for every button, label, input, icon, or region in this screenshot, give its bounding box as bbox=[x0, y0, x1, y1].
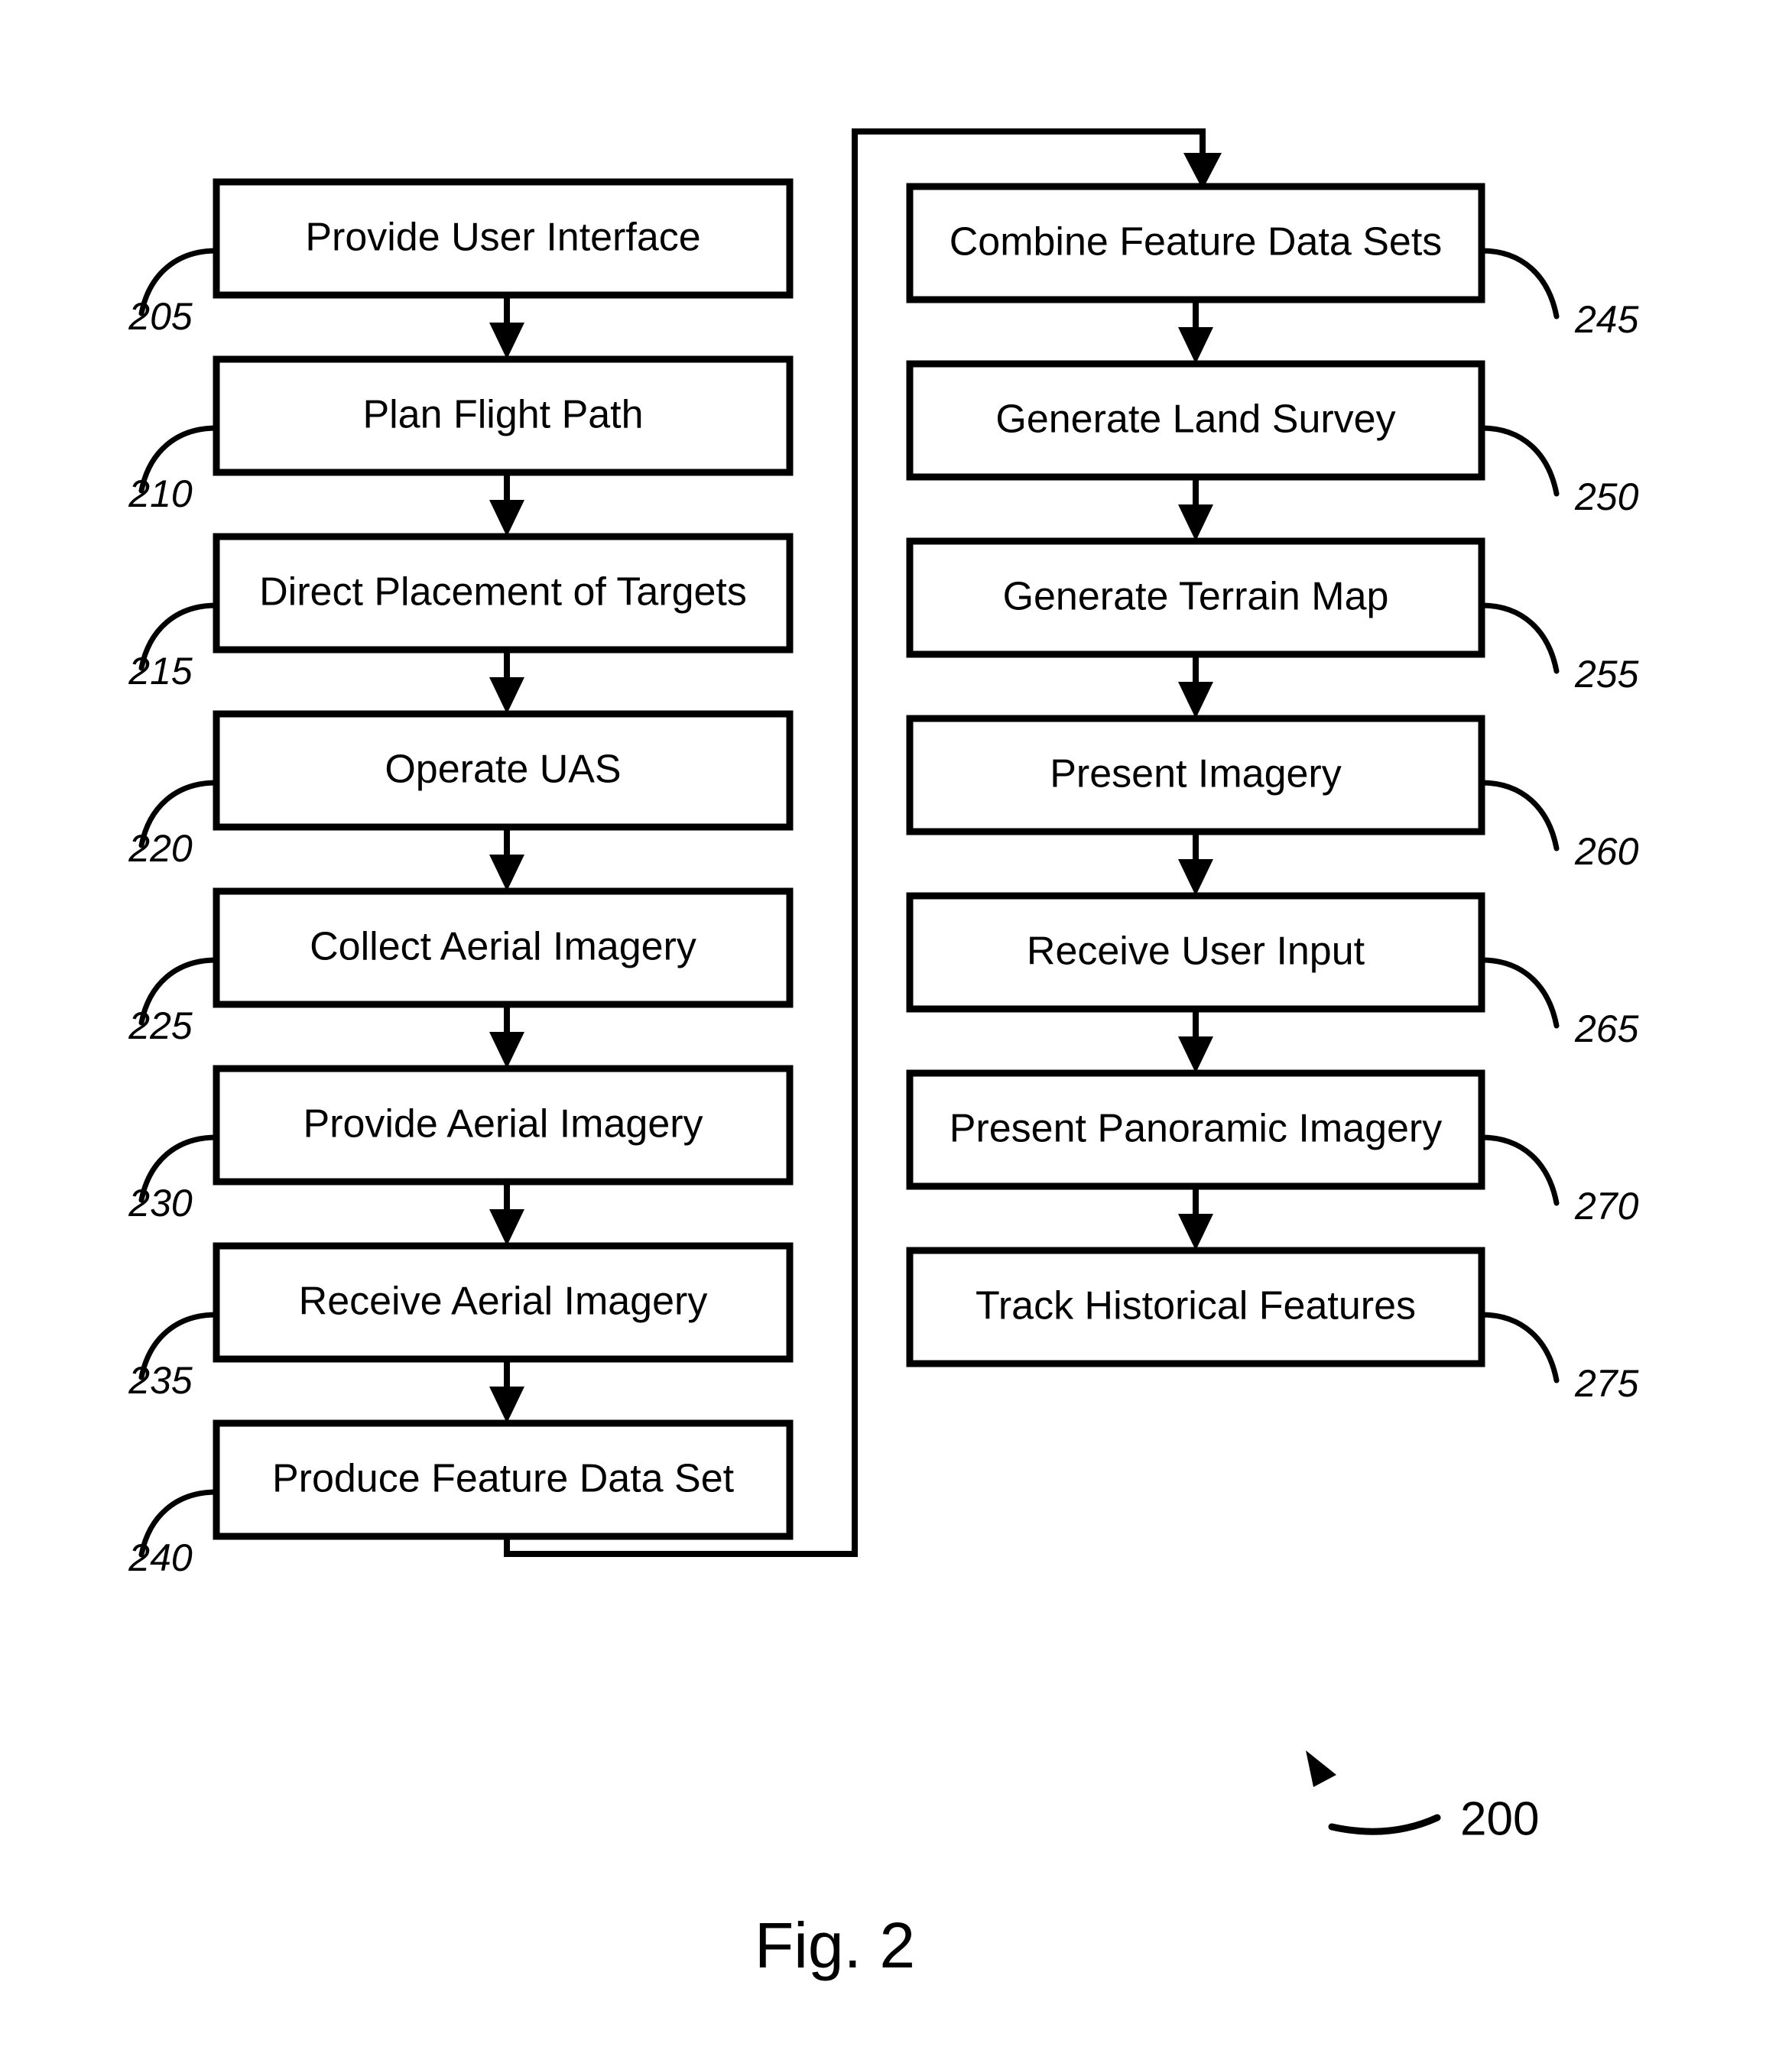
leader-line-245 bbox=[1479, 248, 1560, 320]
leader-line-260 bbox=[1479, 780, 1560, 851]
step-label: Plan Flight Path bbox=[362, 393, 643, 437]
connector-250-255 bbox=[1178, 477, 1213, 541]
step-box-270[interactable]: Present Panoramic Imagery bbox=[906, 1069, 1485, 1190]
step-box-235[interactable]: Receive Aerial Imagery bbox=[213, 1242, 794, 1363]
step-label: Provide User Interface bbox=[305, 216, 700, 260]
figure-caption: Fig. 2 bbox=[755, 1909, 915, 1981]
step-box-230[interactable]: Provide Aerial Imagery bbox=[213, 1065, 794, 1186]
step-label: Generate Terrain Map bbox=[1003, 575, 1389, 619]
connector-220-225 bbox=[489, 827, 524, 891]
step-label: Generate Land Survey bbox=[995, 397, 1395, 442]
step-box-225[interactable]: Collect Aerial Imagery bbox=[213, 887, 794, 1008]
ref-numeral-205: 205 bbox=[128, 295, 193, 338]
ref-numeral-245: 245 bbox=[1574, 298, 1639, 341]
ref-numeral-270: 270 bbox=[1574, 1185, 1639, 1228]
leader-line-270 bbox=[1479, 1134, 1560, 1206]
ref-numeral-240: 240 bbox=[128, 1536, 193, 1579]
step-label: Provide Aerial Imagery bbox=[303, 1102, 703, 1147]
connector-265-270 bbox=[1178, 1009, 1213, 1073]
connector-235-240 bbox=[489, 1359, 524, 1423]
connector-205-210 bbox=[489, 295, 524, 359]
connector-270-275 bbox=[1178, 1186, 1213, 1250]
step-label: Collect Aerial Imagery bbox=[310, 925, 696, 969]
step-label: Receive Aerial Imagery bbox=[299, 1280, 708, 1324]
leader-line-265 bbox=[1479, 957, 1560, 1029]
leader-line-275 bbox=[1479, 1312, 1560, 1383]
step-box-210[interactable]: Plan Flight Path bbox=[213, 355, 794, 476]
step-label: Combine Feature Data Sets bbox=[950, 220, 1443, 264]
flowchart-canvas: Provide User Interface 205 Plan Flight P… bbox=[128, 128, 1639, 1981]
step-label: Operate UAS bbox=[385, 748, 621, 792]
step-box-250[interactable]: Generate Land Survey bbox=[906, 360, 1485, 481]
ref-numeral-230: 230 bbox=[128, 1182, 193, 1224]
ref-numeral-215: 215 bbox=[128, 650, 193, 693]
connector-245-250 bbox=[1178, 300, 1213, 364]
connector-255-260 bbox=[1178, 654, 1213, 718]
connector-215-220 bbox=[489, 650, 524, 714]
callout-label: 200 bbox=[1460, 1792, 1539, 1845]
callout-curve bbox=[1328, 1814, 1441, 1835]
step-box-240[interactable]: Produce Feature Data Set bbox=[213, 1419, 794, 1540]
connector-260-265 bbox=[1178, 832, 1213, 896]
ref-numeral-220: 220 bbox=[128, 827, 193, 870]
step-box-205[interactable]: Provide User Interface bbox=[213, 178, 794, 299]
ref-numeral-260: 260 bbox=[1574, 830, 1639, 873]
step-label: Produce Feature Data Set bbox=[272, 1457, 735, 1501]
step-box-260[interactable]: Present Imagery bbox=[906, 715, 1485, 835]
step-box-215[interactable]: Direct Placement of Targets bbox=[213, 533, 794, 654]
callout-arrowhead bbox=[1306, 1750, 1336, 1787]
ref-numeral-225: 225 bbox=[128, 1004, 193, 1047]
ref-numeral-235: 235 bbox=[128, 1359, 193, 1402]
left-column-group: Provide User Interface 205 Plan Flight P… bbox=[128, 178, 794, 1579]
ref-numeral-210: 210 bbox=[128, 472, 193, 515]
connector-225-230 bbox=[489, 1004, 524, 1069]
step-label: Present Panoramic Imagery bbox=[950, 1107, 1443, 1151]
leader-line-250 bbox=[1479, 425, 1560, 497]
step-label: Track Historical Features bbox=[976, 1284, 1416, 1328]
connector-230-235 bbox=[489, 1182, 524, 1246]
ref-numeral-275: 275 bbox=[1574, 1362, 1639, 1405]
step-label: Receive User Input bbox=[1027, 929, 1365, 974]
ref-numeral-250: 250 bbox=[1574, 475, 1639, 518]
step-box-265[interactable]: Receive User Input bbox=[906, 892, 1485, 1013]
step-box-275[interactable]: Track Historical Features bbox=[906, 1247, 1485, 1367]
connector-210-215 bbox=[489, 472, 524, 537]
ref-numeral-265: 265 bbox=[1574, 1007, 1639, 1050]
figure-callout: 200 bbox=[1306, 1750, 1539, 1845]
ref-numeral-255: 255 bbox=[1574, 653, 1639, 696]
leader-line-255 bbox=[1479, 602, 1560, 674]
step-box-255[interactable]: Generate Terrain Map bbox=[906, 537, 1485, 658]
right-column-group: Combine Feature Data Sets 245 Generate L… bbox=[906, 183, 1639, 1405]
step-label: Present Imagery bbox=[1050, 752, 1342, 796]
figure-page: Provide User Interface 205 Plan Flight P… bbox=[0, 0, 1792, 2050]
step-box-245[interactable]: Combine Feature Data Sets bbox=[906, 183, 1485, 303]
step-box-220[interactable]: Operate UAS bbox=[213, 710, 794, 831]
step-label: Direct Placement of Targets bbox=[259, 570, 747, 615]
